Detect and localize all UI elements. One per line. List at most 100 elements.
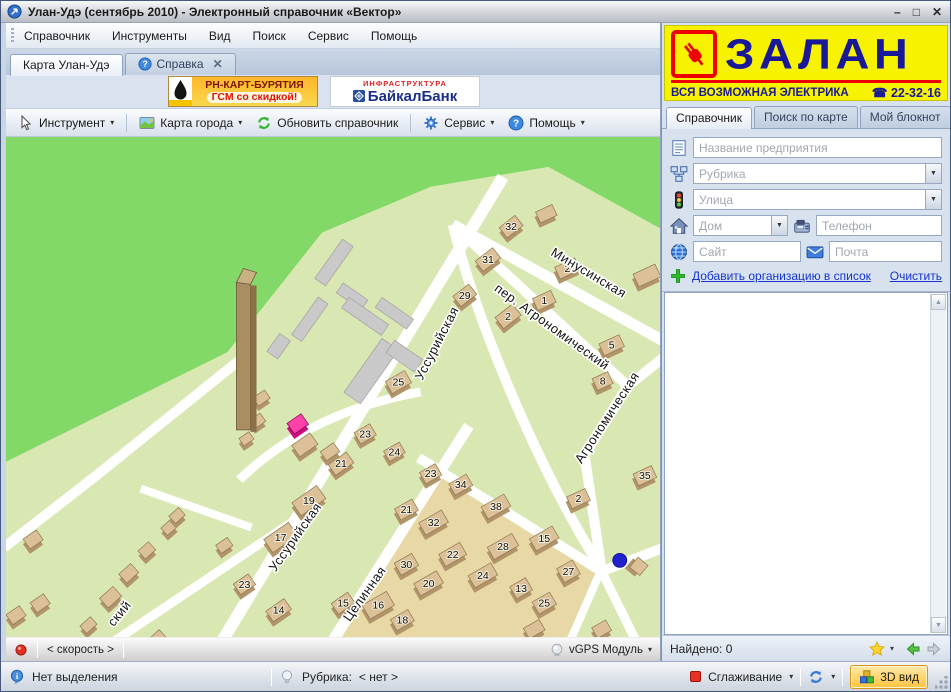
building-number: 24 bbox=[389, 446, 401, 458]
tab-2[interactable]: ?Справка✕ bbox=[125, 53, 236, 75]
banner-rn-line2: ГСМ со скидкой! bbox=[207, 92, 303, 103]
forward-arrow-icon[interactable] bbox=[926, 641, 942, 657]
divider bbox=[842, 668, 843, 686]
street-input[interactable] bbox=[694, 190, 925, 209]
results-scrollbar[interactable]: ▲ ▼ bbox=[930, 294, 946, 633]
app-window: Улан-Удэ (сентябрь 2010) - Электронный с… bbox=[0, 0, 951, 692]
svg-text:?: ? bbox=[513, 118, 519, 129]
toolbar-карта-города[interactable]: Карта города ▾ bbox=[133, 112, 248, 134]
panel-tab-2[interactable]: Поиск по карте bbox=[754, 106, 858, 128]
maximize-button[interactable]: □ bbox=[913, 5, 920, 19]
building-number: 14 bbox=[273, 605, 285, 617]
map-gps-marker[interactable] bbox=[613, 553, 627, 567]
mail-input[interactable] bbox=[829, 241, 942, 262]
chevron-down-icon: ▾ bbox=[490, 118, 494, 127]
building-number: 34 bbox=[455, 479, 467, 491]
record-icon[interactable] bbox=[14, 643, 28, 657]
panel-tab-1[interactable]: Справочник bbox=[666, 107, 752, 129]
map-tower[interactable] bbox=[236, 268, 256, 431]
building-number: 30 bbox=[401, 559, 413, 571]
cursor-icon bbox=[18, 115, 34, 131]
toolbar-инструмент[interactable]: Инструмент▾ bbox=[12, 112, 120, 134]
view-3d-button[interactable]: 3D вид bbox=[850, 665, 928, 689]
smoothing-button[interactable]: Сглаживание bbox=[708, 670, 782, 684]
left-column: Справочник Инструменты Вид Поиск Сервис Помощ… bbox=[1, 23, 661, 661]
menu-item-2[interactable]: Инструменты bbox=[112, 29, 187, 43]
menu-item-1[interactable]: Справочник bbox=[24, 29, 90, 43]
banner-rn-line1: РН-КАРТ-БУРЯТИЯ bbox=[205, 80, 303, 91]
banner-baikalbank[interactable]: ИНФРАСТРУКТУРА БайкалБанк bbox=[330, 76, 480, 107]
chevron-down-icon[interactable]: ▾ bbox=[890, 644, 894, 653]
back-arrow-icon[interactable] bbox=[905, 641, 921, 657]
banner-bb-line2: БайкалБанк bbox=[368, 88, 457, 105]
chevron-down-icon[interactable]: ▼ bbox=[925, 164, 941, 183]
menu-item-6[interactable]: Помощь bbox=[371, 29, 417, 43]
toolbar-сервис[interactable]: Сервис▾ bbox=[417, 112, 500, 134]
divider bbox=[800, 668, 801, 686]
vgps-module-button[interactable]: vGPS Модуль ▾ bbox=[550, 643, 652, 657]
building-number: 21 bbox=[335, 458, 347, 470]
toolbar-label: Карта города bbox=[160, 116, 233, 130]
right-panel: ЗАЛАН ВСЯ ВОЗМОЖНАЯ ЭЛЕКТРИКА ☎ 22-32-16… bbox=[661, 23, 950, 661]
close-button[interactable]: ✕ bbox=[932, 5, 942, 19]
plug-icon bbox=[671, 30, 717, 78]
chevron-down-icon: ▾ bbox=[238, 118, 242, 127]
bulb-icon bbox=[279, 669, 295, 685]
site-icon bbox=[670, 243, 688, 261]
phone-icon bbox=[793, 217, 811, 235]
add-organization-link[interactable]: Добавить организацию в список bbox=[692, 269, 871, 283]
building-number: 38 bbox=[490, 501, 502, 513]
divider bbox=[410, 114, 411, 132]
building-number: 23 bbox=[239, 579, 251, 591]
building-number: 28 bbox=[497, 541, 509, 553]
menu-item-4[interactable]: Поиск bbox=[253, 29, 286, 43]
minimize-button[interactable]: – bbox=[894, 5, 901, 19]
toolbar-помощь[interactable]: ?Помощь▾ bbox=[502, 112, 590, 134]
building-number: 2 bbox=[505, 311, 511, 323]
gear-icon bbox=[423, 115, 439, 131]
house-input[interactable] bbox=[694, 216, 771, 235]
chevron-down-icon[interactable]: ▾ bbox=[831, 672, 835, 681]
building-number: 13 bbox=[515, 583, 527, 595]
tab-1[interactable]: Карта Улан-Удэ bbox=[10, 54, 123, 76]
clear-link[interactable]: Очистить bbox=[890, 269, 942, 283]
tab-close-icon[interactable]: ✕ bbox=[213, 57, 223, 71]
building-number: 23 bbox=[359, 428, 371, 440]
favorites-star-icon[interactable] bbox=[869, 641, 885, 657]
map-canvas[interactable]: 3231292125825232435221191723141523342132… bbox=[6, 137, 660, 661]
tab-help-icon: ? bbox=[138, 57, 152, 71]
panel-tab-3[interactable]: Мой блокнот bbox=[860, 106, 951, 128]
speed-label[interactable]: < скорость > bbox=[47, 644, 114, 656]
street-combo[interactable]: ▼ bbox=[693, 189, 942, 210]
menu-item-3[interactable]: Вид bbox=[209, 29, 231, 43]
chevron-down-icon[interactable]: ▼ bbox=[771, 216, 787, 235]
site-input[interactable] bbox=[693, 241, 801, 262]
toolbar-label: Помощь bbox=[529, 116, 575, 130]
building-number: 18 bbox=[397, 615, 409, 627]
form-links: Добавить организацию в список Очистить bbox=[662, 264, 950, 292]
menu-item-5[interactable]: Сервис bbox=[308, 29, 349, 43]
scroll-up-icon[interactable]: ▲ bbox=[931, 294, 946, 310]
rubric-input[interactable] bbox=[694, 164, 925, 183]
chevron-down-icon[interactable]: ▼ bbox=[925, 190, 941, 209]
toolbar-обновить-справочник[interactable]: Обновить справочник bbox=[250, 112, 404, 134]
company-name-input[interactable] bbox=[693, 137, 942, 158]
banner-rn-kart[interactable]: РН-КАРТ-БУРЯТИЯ ГСМ со скидкой! bbox=[168, 76, 318, 107]
building-number: 32 bbox=[505, 221, 517, 233]
results-list[interactable]: ▲ ▼ bbox=[664, 292, 948, 635]
divider bbox=[271, 668, 272, 686]
scroll-down-icon[interactable]: ▼ bbox=[931, 617, 946, 633]
divider bbox=[37, 642, 38, 658]
house-combo[interactable]: ▼ bbox=[693, 215, 788, 236]
resize-grip[interactable] bbox=[935, 676, 948, 689]
rubric-combo[interactable]: ▼ bbox=[693, 163, 942, 184]
chevron-down-icon[interactable]: ▾ bbox=[789, 672, 793, 681]
info-icon: i bbox=[9, 669, 25, 685]
building-number: 25 bbox=[393, 377, 405, 389]
banner-zalan[interactable]: ЗАЛАН ВСЯ ВОЗМОЖНАЯ ЭЛЕКТРИКА ☎ 22-32-16 bbox=[664, 25, 948, 101]
map-viewport[interactable]: 3231292125825232435221191723141523342132… bbox=[6, 137, 660, 661]
building-number: 24 bbox=[477, 570, 489, 582]
refresh-icon[interactable] bbox=[808, 669, 824, 685]
menu-bar: Справочник Инструменты Вид Поиск Сервис Помощ… bbox=[6, 23, 660, 49]
phone-input[interactable] bbox=[816, 215, 942, 236]
